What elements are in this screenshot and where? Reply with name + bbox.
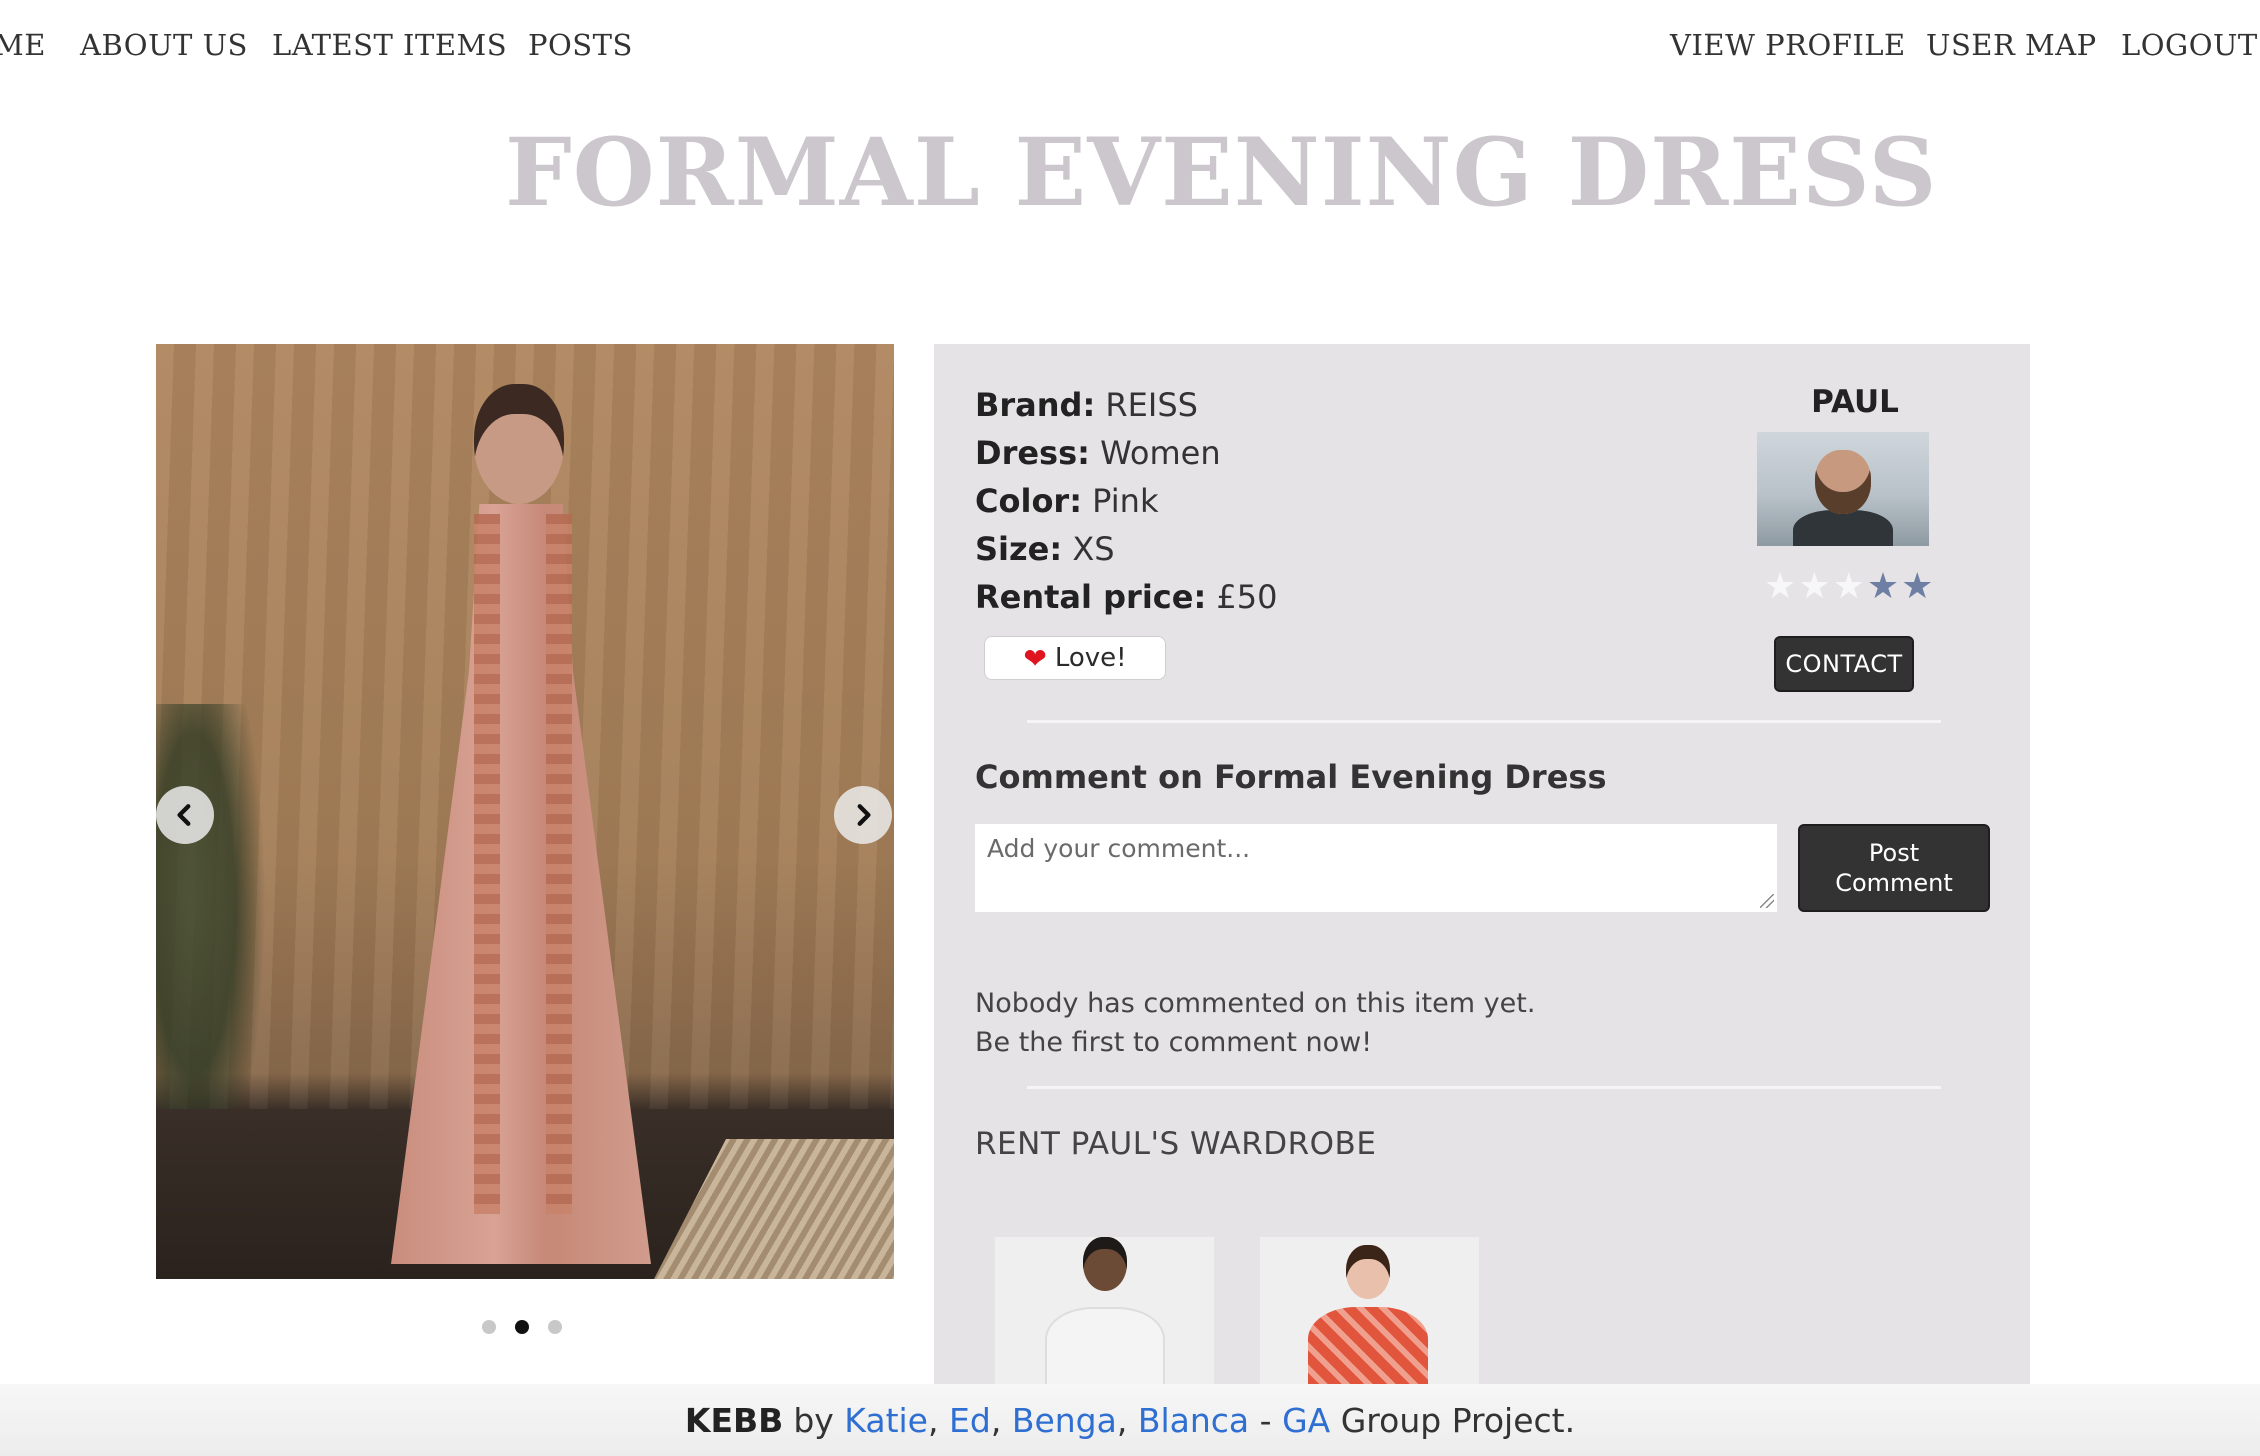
- author-link-ed[interactable]: Ed: [949, 1401, 991, 1440]
- wardrobe-item[interactable]: [1260, 1237, 1479, 1384]
- star-icon: ★: [1866, 566, 1900, 607]
- love-button[interactable]: ❤ Love!: [984, 636, 1166, 680]
- carousel-dot[interactable]: [548, 1320, 562, 1334]
- no-comments-line: Nobody has commented on this item yet.: [975, 988, 1536, 1019]
- footer-dash: -: [1259, 1400, 1272, 1440]
- nav-home[interactable]: ME: [0, 28, 46, 62]
- carousel-prev-button[interactable]: [156, 786, 214, 844]
- comma: ,: [1116, 1400, 1128, 1440]
- color-value: Pink: [1092, 482, 1159, 520]
- no-comments-line: Be the first to comment now!: [975, 1027, 1373, 1058]
- comment-heading: Comment on Formal Evening Dress: [975, 758, 1607, 796]
- star-icon: ★: [1764, 566, 1797, 607]
- size-value: XS: [1072, 530, 1115, 568]
- model-head: [474, 384, 564, 504]
- resize-handle-icon[interactable]: [1760, 894, 1774, 908]
- price-value: £50: [1216, 578, 1278, 616]
- footer-suffix: Group Project.: [1340, 1400, 1576, 1440]
- size-row: Size: XS: [975, 530, 1115, 568]
- no-comments-message: Nobody has commented on this item yet. B…: [975, 984, 1535, 1062]
- author-link-benga[interactable]: Benga: [1012, 1401, 1117, 1440]
- owner-name: PAUL: [1811, 384, 1899, 420]
- org-link-ga[interactable]: GA: [1282, 1401, 1330, 1440]
- wardrobe-item[interactable]: [995, 1237, 1214, 1384]
- carousel-indicators: [482, 1320, 562, 1334]
- star-icon: ★: [1798, 566, 1831, 607]
- brand-value: REISS: [1105, 386, 1198, 424]
- wardrobe-item-image: [1045, 1307, 1165, 1384]
- size-label: Size:: [975, 530, 1063, 568]
- avatar-shirt: [1793, 510, 1893, 546]
- footer-brand: KEBB: [684, 1400, 784, 1440]
- price-label: Rental price:: [975, 578, 1207, 616]
- star-icon: ★: [1832, 566, 1865, 607]
- footer-by: by: [793, 1400, 834, 1440]
- owner-rating: ★ ★ ★ ★ ★: [1764, 566, 1933, 607]
- wardrobe-item-model: [1346, 1245, 1390, 1299]
- brand-row: Brand: REISS: [975, 386, 1198, 424]
- color-label: Color:: [975, 482, 1082, 520]
- nav-about-us[interactable]: ABOUT US: [80, 28, 248, 62]
- star-icon: ★: [1901, 566, 1934, 607]
- carousel-dot[interactable]: [482, 1320, 496, 1334]
- top-nav: ME ABOUT US LATEST ITEMS POSTS VIEW PROF…: [0, 0, 2260, 100]
- dress-label: Dress:: [975, 434, 1090, 472]
- price-row: Rental price: £50: [975, 578, 1278, 616]
- dress-row: Dress: Women: [975, 434, 1221, 472]
- wardrobe-item-model: [1083, 1237, 1127, 1291]
- item-details-panel: Brand: REISS Dress: Women Color: Pink Si…: [934, 344, 2030, 1384]
- dress-value: Women: [1100, 434, 1221, 472]
- color-row: Color: Pink: [975, 482, 1158, 520]
- divider: [1027, 1086, 1941, 1089]
- comma: ,: [928, 1400, 939, 1440]
- chevron-right-icon: [857, 804, 871, 826]
- wardrobe-title: RENT PAUL'S WARDROBE: [975, 1126, 1377, 1162]
- dress-stripe: [474, 514, 500, 1214]
- contact-button[interactable]: CONTACT: [1774, 636, 1914, 692]
- love-label: Love!: [1054, 643, 1127, 673]
- post-comment-button[interactable]: Post Comment: [1798, 824, 1990, 912]
- nav-logout[interactable]: LOGOUT: [2121, 28, 2258, 62]
- nav-view-profile[interactable]: VIEW PROFILE: [1670, 28, 1906, 62]
- carousel-next-button[interactable]: [834, 786, 892, 844]
- comma: ,: [990, 1400, 1002, 1440]
- carousel-dot-active[interactable]: [515, 1320, 529, 1334]
- divider: [1027, 720, 1941, 723]
- author-link-blanca[interactable]: Blanca: [1138, 1401, 1249, 1440]
- page-title: FORMAL EVENING DRESS: [505, 118, 1938, 228]
- brand-label: Brand:: [975, 386, 1096, 424]
- footer: KEBB by Katie, Ed, Benga, Blanca - GA Gr…: [0, 1384, 2260, 1456]
- wardrobe-item-image: [1308, 1307, 1428, 1384]
- nav-posts[interactable]: POSTS: [528, 28, 633, 62]
- comment-input[interactable]: [975, 824, 1777, 912]
- nav-latest-items[interactable]: LATEST ITEMS: [272, 28, 507, 62]
- owner-avatar[interactable]: [1757, 432, 1929, 546]
- avatar-face: [1815, 450, 1871, 514]
- chevron-left-icon: [177, 804, 191, 826]
- author-link-katie[interactable]: Katie: [844, 1401, 928, 1440]
- nav-user-map[interactable]: USER MAP: [1926, 28, 2097, 62]
- heart-icon: ❤: [1023, 641, 1047, 675]
- dress-stripe: [546, 514, 572, 1214]
- image-carousel: [156, 344, 894, 1279]
